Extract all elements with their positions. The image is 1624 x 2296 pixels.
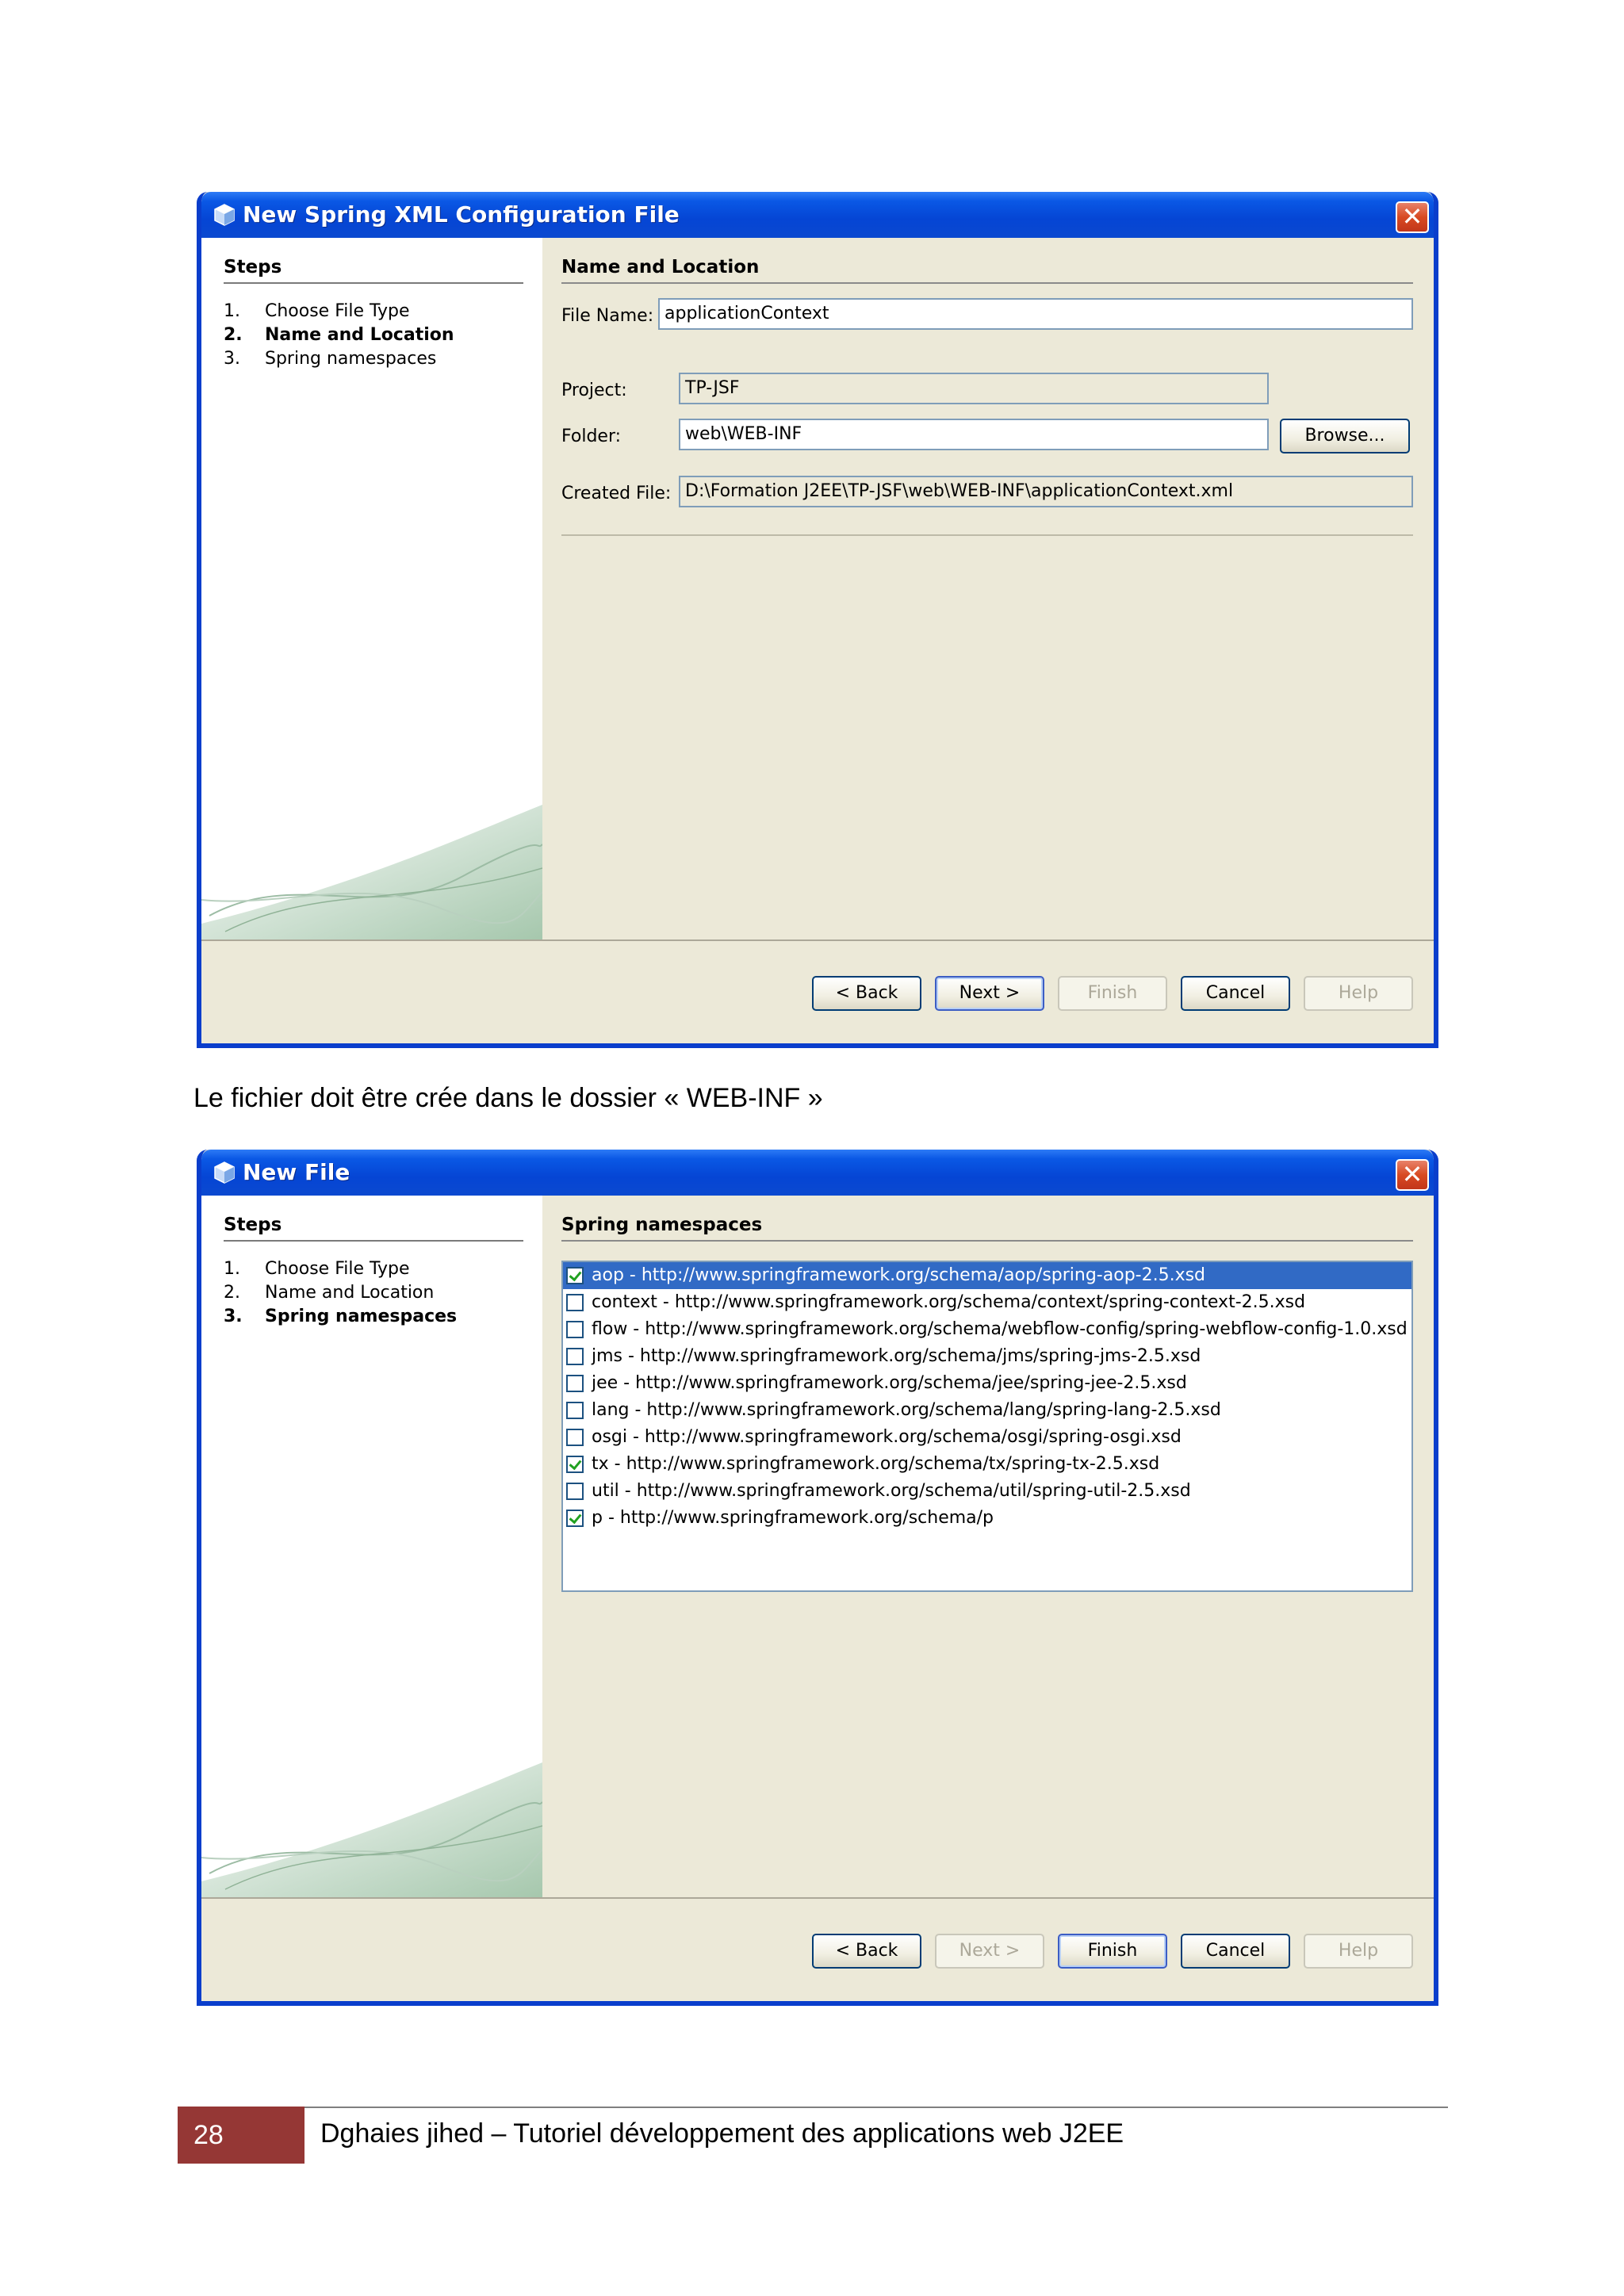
steps-heading: Steps [224, 257, 282, 277]
dialog-title: New Spring XML Configuration File [243, 201, 680, 228]
cube-icon [214, 1161, 235, 1184]
dialog-titlebar[interactable]: New Spring XML Configuration File ✕ [201, 192, 1434, 238]
divider [201, 939, 1434, 941]
footer-divider [304, 2107, 1448, 2108]
namespace-item-jee[interactable]: jee - http://www.springframework.org/sch… [563, 1370, 1411, 1397]
namespace-item-lang[interactable]: lang - http://www.springframework.org/sc… [563, 1397, 1411, 1424]
step-name-and-location: 2. Name and Location [224, 325, 454, 345]
created-file-label: Created File: [561, 484, 672, 503]
checkbox[interactable] [566, 1429, 584, 1446]
decorative-swirl-graphic [201, 805, 542, 939]
steps-panel: Steps 1. Choose File Type 2. Name and Loca… [201, 238, 542, 939]
divider [561, 534, 1413, 536]
new-file-dialog: New File ✕ Steps 1. Choose File Type 2. Na… [197, 1150, 1438, 2006]
checkbox[interactable] [566, 1375, 584, 1392]
back-button[interactable]: < Back [812, 1934, 921, 1969]
step-choose-file-type: 1. Choose File Type [224, 301, 410, 321]
file-name-input[interactable]: applicationContext [658, 298, 1413, 330]
divider [201, 1897, 1434, 1899]
namespace-list[interactable]: aop - http://www.springframework.org/sch… [561, 1261, 1413, 1592]
divider [224, 282, 523, 284]
section-heading: Name and Location [561, 257, 760, 277]
finish-button[interactable]: Finish [1058, 1934, 1167, 1969]
namespace-item-jms[interactable]: jms - http://www.springframework.org/sch… [563, 1343, 1411, 1370]
namespace-item-aop[interactable]: aop - http://www.springframework.org/sch… [563, 1262, 1411, 1289]
spring-config-dialog: New Spring XML Configuration File ✕ Step… [197, 192, 1438, 1048]
file-name-label: File Name: [561, 306, 654, 326]
namespace-item-osgi[interactable]: osgi - http://www.springframework.org/sc… [563, 1424, 1411, 1451]
step-spring-namespaces: 3. Spring namespaces [224, 349, 437, 369]
back-button[interactable]: < Back [812, 976, 921, 1011]
namespace-item-context[interactable]: context - http://www.springframework.org… [563, 1289, 1411, 1316]
close-icon: ✕ [1401, 201, 1423, 232]
divider [561, 282, 1413, 284]
next-button[interactable]: Next > [935, 1934, 1044, 1969]
checkbox[interactable] [566, 1348, 584, 1365]
help-button[interactable]: Help [1304, 976, 1413, 1011]
cube-icon [214, 204, 235, 226]
footer-text: Dghaies jihed – Tutoriel développement d… [320, 2118, 1124, 2149]
namespace-item-p[interactable]: p - http://www.springframework.org/schem… [563, 1505, 1411, 1532]
steps-panel: Steps 1. Choose File Type 2. Name and Loca… [201, 1196, 542, 1897]
browse-button[interactable]: Browse... [1280, 419, 1410, 453]
divider [561, 1240, 1413, 1242]
checkbox[interactable] [566, 1510, 584, 1527]
checkbox[interactable] [566, 1321, 584, 1338]
step-name-and-location: 2. Name and Location [224, 1283, 435, 1303]
close-icon: ✕ [1401, 1159, 1423, 1189]
created-file-field: D:\Formation J2EE\TP-JSF\web\WEB-INF\app… [679, 476, 1413, 507]
namespace-item-tx[interactable]: tx - http://www.springframework.org/sche… [563, 1451, 1411, 1478]
divider [224, 1240, 523, 1242]
checkbox[interactable] [566, 1294, 584, 1311]
step-choose-file-type: 1. Choose File Type [224, 1259, 410, 1279]
checkbox[interactable] [566, 1456, 584, 1473]
help-button[interactable]: Help [1304, 1934, 1413, 1969]
dialog-title: New File [243, 1159, 350, 1185]
content-panel: Name and Location File Name: application… [542, 238, 1434, 939]
folder-input[interactable]: web\WEB-INF [679, 419, 1269, 450]
decorative-swirl-graphic [201, 1762, 542, 1897]
page-number: 28 [178, 2107, 304, 2164]
steps-heading: Steps [224, 1215, 282, 1235]
section-heading: Spring namespaces [561, 1215, 763, 1235]
step-spring-namespaces: 3. Spring namespaces [224, 1307, 458, 1326]
caption-text: Le fichier doit être crée dans le dossie… [193, 1083, 823, 1113]
namespace-item-util[interactable]: util - http://www.springframework.org/sc… [563, 1478, 1411, 1505]
checkbox[interactable] [566, 1267, 584, 1284]
close-button[interactable]: ✕ [1396, 1159, 1429, 1191]
project-label: Project: [561, 381, 627, 400]
cancel-button[interactable]: Cancel [1181, 976, 1290, 1011]
checkbox[interactable] [566, 1402, 584, 1419]
content-panel: Spring namespaces aop - http://www.sprin… [542, 1196, 1434, 1897]
project-field: TP-JSF [679, 373, 1269, 404]
folder-label: Folder: [561, 427, 622, 446]
next-button[interactable]: Next > [935, 976, 1044, 1011]
cancel-button[interactable]: Cancel [1181, 1934, 1290, 1969]
checkbox[interactable] [566, 1483, 584, 1500]
finish-button[interactable]: Finish [1058, 976, 1167, 1011]
dialog-titlebar[interactable]: New File ✕ [201, 1150, 1434, 1196]
close-button[interactable]: ✕ [1396, 201, 1429, 233]
namespace-item-flow[interactable]: flow - http://www.springframework.org/sc… [563, 1316, 1411, 1343]
